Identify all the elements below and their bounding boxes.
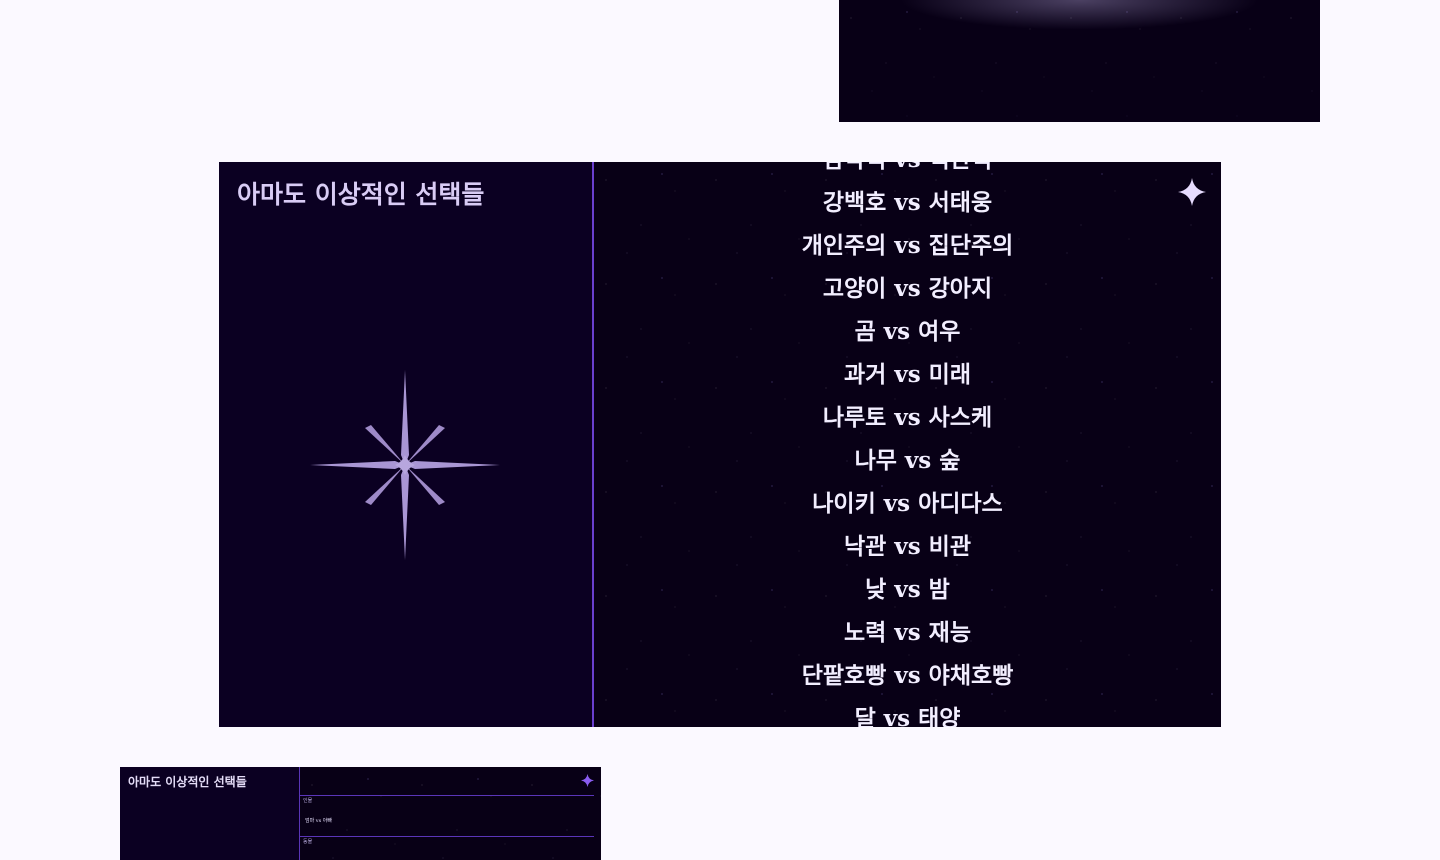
left-panel: 아마도 이상적인 선택들 xyxy=(219,162,592,727)
sparkle-icon xyxy=(581,774,594,787)
choice-item[interactable]: 나무 vs 숲 xyxy=(594,439,1221,482)
thumbnail-category: 인물 xyxy=(303,798,313,804)
thumbnail-category: 동물 xyxy=(303,839,313,845)
choice-item[interactable]: 과거 vs 미래 xyxy=(594,353,1221,396)
choice-item[interactable]: 단팥호빵 vs 야채호빵 xyxy=(594,654,1221,697)
choice-list-panel[interactable]: 감각적 vs 직관적 강백호 vs 서태웅 개인주의 vs 집단주의 고양이 v… xyxy=(594,162,1221,727)
main-card: 아마도 이상적인 선택들 감각적 vs 직관적 강백호 vs 서태웅 xyxy=(219,162,1221,727)
top-preview-card xyxy=(839,0,1320,122)
compass-star-icon xyxy=(310,370,500,560)
choice-item[interactable]: 낮 vs 밤 xyxy=(594,568,1221,611)
thumbnail-right-panel: 인물 엄마 vs 아빠 동물 xyxy=(300,767,601,860)
choice-item[interactable]: 개인주의 vs 집단주의 xyxy=(594,224,1221,267)
choice-list: 감각적 vs 직관적 강백호 vs 서태웅 개인주의 vs 집단주의 고양이 v… xyxy=(594,162,1221,727)
thumbnail-left-panel: 아마도 이상적인 선택들 xyxy=(120,767,299,860)
thumbnail-row: 동물 xyxy=(300,836,594,845)
thumbnail-row: 인물 엄마 vs 아빠 xyxy=(300,795,594,824)
sparkle-icon[interactable] xyxy=(1178,178,1206,206)
choice-item[interactable]: 노력 vs 재능 xyxy=(594,611,1221,654)
choice-item[interactable]: 낙관 vs 비관 xyxy=(594,525,1221,568)
thumbnail-title: 아마도 이상적인 선택들 xyxy=(128,775,247,789)
top-preview-glow xyxy=(899,0,1260,30)
page-title: 아마도 이상적인 선택들 xyxy=(237,180,485,209)
choice-item[interactable]: 강백호 vs 서태웅 xyxy=(594,181,1221,224)
choice-item[interactable]: 나루토 vs 사스케 xyxy=(594,396,1221,439)
thumbnail-card[interactable]: 아마도 이상적인 선택들 인물 엄마 vs 아빠 동물 xyxy=(120,767,601,860)
top-preview-fade xyxy=(839,52,1320,122)
choice-item[interactable]: 나이키 vs 아디다스 xyxy=(594,482,1221,525)
choice-item[interactable]: 감각적 vs 직관적 xyxy=(594,162,1221,181)
choice-item[interactable]: 곰 vs 여우 xyxy=(594,310,1221,353)
choice-item[interactable]: 달 vs 태양 xyxy=(594,697,1221,727)
thumbnail-pair: 엄마 vs 아빠 xyxy=(305,818,332,824)
choice-item[interactable]: 고양이 vs 강아지 xyxy=(594,267,1221,310)
